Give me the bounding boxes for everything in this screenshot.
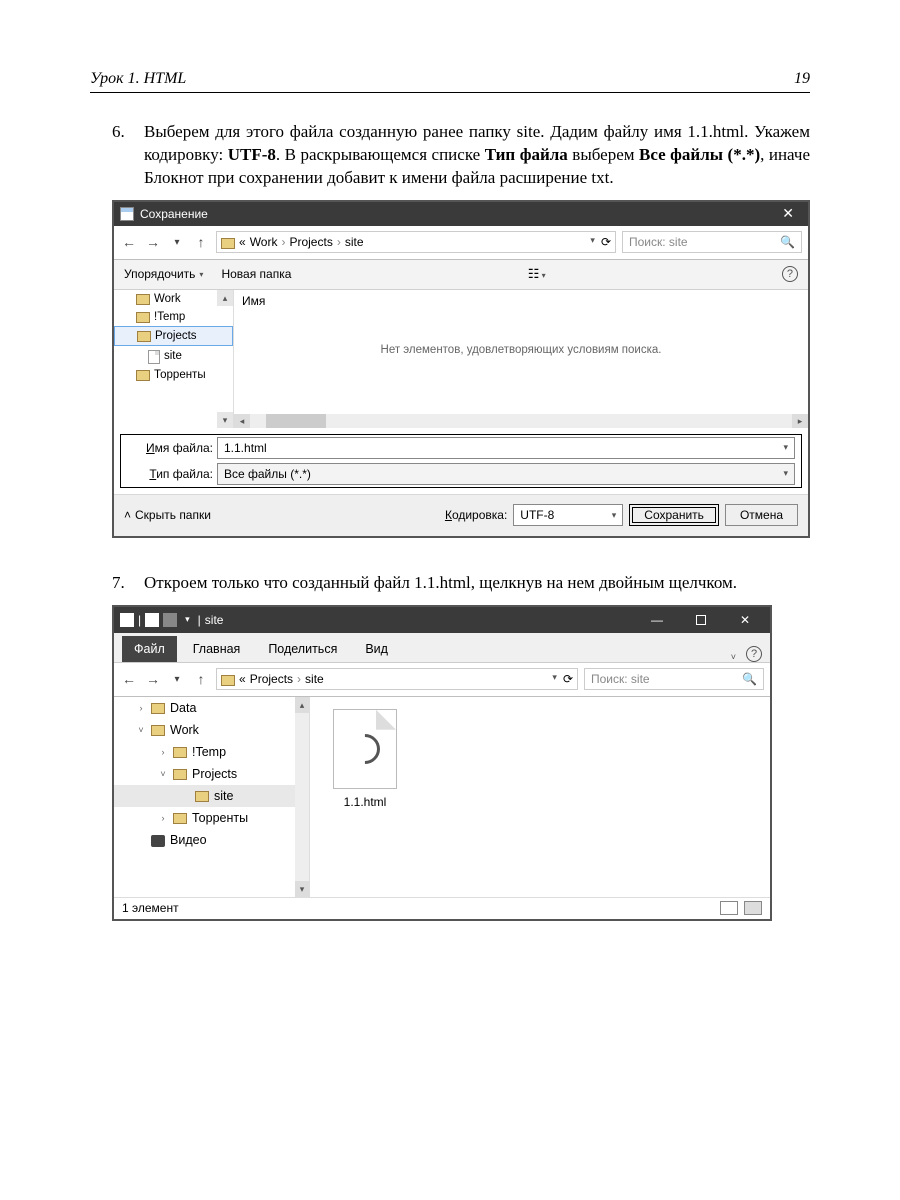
details-view-icon[interactable]: [720, 901, 738, 915]
tab-file[interactable]: Файл: [122, 636, 177, 662]
save-form: Имя файла: 1.1.html▾ Тип файла: Все файл…: [120, 434, 802, 488]
history-dropdown-icon[interactable]: ▾: [168, 237, 186, 248]
qat-props-icon[interactable]: [145, 613, 159, 627]
tree-item-torrents: ›Торренты: [114, 807, 309, 829]
breadcrumb[interactable]: « Work› Projects› site ▾⟳: [216, 231, 616, 253]
search-input[interactable]: Поиск: site 🔍: [584, 668, 764, 690]
qat-newfolder-icon[interactable]: [163, 613, 177, 627]
save-dialog-titlebar[interactable]: Сохранение ✕: [114, 202, 808, 226]
encoding-select[interactable]: UTF-8▾: [513, 504, 623, 526]
help-icon[interactable]: ?: [746, 646, 762, 662]
ribbon-expand-icon[interactable]: ˅: [731, 652, 736, 662]
refresh-icon[interactable]: ⟳: [601, 235, 611, 249]
tree-item-work: ˅Work: [114, 719, 309, 741]
step-7-text: 7. Откроем только что созданный файл 1.1…: [112, 572, 810, 595]
chevron-down-icon[interactable]: ▾: [552, 672, 557, 686]
view-options-icon[interactable]: ☷ ▾: [528, 266, 546, 282]
qat-icon[interactable]: [120, 613, 134, 627]
tree-item-torrents: Торренты: [114, 366, 233, 384]
search-icon: 🔍: [780, 235, 795, 249]
maximize-icon[interactable]: [682, 607, 720, 633]
scroll-up-icon[interactable]: ▴: [217, 290, 233, 306]
file-list-pane: Имя Нет элементов, удовлетворяющих услов…: [234, 290, 808, 428]
horizontal-scrollbar[interactable]: ◂▸: [234, 414, 808, 428]
save-dialog: Сохранение ✕ ← → ▾ ↑ « Work› Projects› s…: [112, 200, 810, 538]
notepad-icon: [120, 207, 134, 221]
step-7-number: 7.: [112, 572, 138, 595]
filetype-select[interactable]: Все файлы (*.*)▾: [217, 463, 795, 485]
page-number: 19: [794, 70, 810, 88]
status-bar: 1 элемент: [114, 897, 770, 919]
running-title: Урок 1. HTML: [90, 70, 186, 88]
explorer-window: |▾| site — ✕ Файл Главная Поделиться Вид…: [112, 605, 772, 921]
new-folder-button[interactable]: Новая папка: [221, 267, 291, 281]
search-icon: 🔍: [742, 672, 757, 686]
explorer-title: site: [205, 613, 224, 627]
step-6-text: 6. Выберем для этого файла созданную ран…: [112, 121, 810, 190]
organize-menu[interactable]: Упорядочить▾: [124, 267, 203, 281]
close-icon[interactable]: ✕: [774, 205, 802, 222]
forward-icon[interactable]: →: [144, 671, 162, 687]
save-dialog-title: Сохранение: [140, 207, 208, 221]
encoding-label: Кодировка:: [445, 508, 507, 522]
explorer-address-bar: ← → ▾ ↑ « Projects› site ▾⟳ Поиск: site …: [114, 663, 770, 697]
folder-icon: [221, 238, 235, 249]
save-button[interactable]: Сохранить: [629, 504, 719, 526]
explorer-tree[interactable]: ›Data ˅Work ›!Temp ˅Projects site ›Торре…: [114, 697, 310, 897]
empty-message: Нет элементов, удовлетворяющих условиям …: [242, 344, 800, 356]
column-header-name[interactable]: Имя: [242, 294, 800, 316]
close-icon[interactable]: ✕: [726, 607, 764, 633]
chevron-up-icon: ˄: [124, 508, 131, 522]
filetype-label: Тип файла:: [121, 467, 217, 481]
tree-item-data: ›Data: [114, 697, 309, 719]
save-toolbar: Упорядочить▾ Новая папка ☷ ▾ ?: [114, 260, 808, 290]
tree-item-projects: ˅Projects: [114, 763, 309, 785]
tree-item-site: site: [114, 346, 233, 366]
up-icon[interactable]: ↑: [192, 234, 210, 250]
tree-item-site: site: [114, 785, 309, 807]
minimize-icon[interactable]: —: [638, 607, 676, 633]
tree-item-temp: !Temp: [114, 308, 233, 326]
fol: [221, 675, 235, 686]
chevron-down-icon[interactable]: ▾: [783, 468, 788, 479]
save-tree[interactable]: ▴ Work !Temp Projects site Торренты ▾: [114, 290, 234, 428]
hide-folders-toggle[interactable]: ˄Скрыть папки: [124, 508, 211, 522]
tree-item-temp: ›!Temp: [114, 741, 309, 763]
help-icon[interactable]: ?: [782, 266, 798, 282]
tree-item-projects: Projects: [114, 326, 233, 346]
back-icon[interactable]: ←: [120, 671, 138, 687]
icons-view-icon[interactable]: [744, 901, 762, 915]
step-6-number: 6.: [112, 121, 138, 190]
status-item-count: 1 элемент: [122, 901, 179, 915]
tab-share[interactable]: Поделиться: [256, 636, 349, 662]
filename-input[interactable]: 1.1.html▾: [217, 437, 795, 459]
tree-item-video: Видео: [114, 829, 309, 851]
filename-label: Имя файла:: [121, 441, 217, 455]
up-icon[interactable]: ↑: [192, 671, 210, 687]
forward-icon[interactable]: →: [144, 234, 162, 250]
back-icon[interactable]: ←: [120, 234, 138, 250]
refresh-icon[interactable]: ⟳: [563, 672, 573, 686]
breadcrumb[interactable]: « Projects› site ▾⟳: [216, 668, 578, 690]
tab-view[interactable]: Вид: [353, 636, 400, 662]
chevron-down-icon[interactable]: ▾: [783, 442, 788, 453]
ribbon: Файл Главная Поделиться Вид ˅ ?: [114, 633, 770, 663]
edge-icon: [344, 728, 386, 770]
search-input[interactable]: Поиск: site 🔍: [622, 231, 802, 253]
history-dropdown-icon[interactable]: ▾: [168, 674, 186, 685]
cancel-button[interactable]: Отмена: [725, 504, 798, 526]
qat-dropdown-icon[interactable]: ▾: [185, 614, 190, 625]
address-bar: ← → ▾ ↑ « Work› Projects› site ▾⟳ Поиск:…: [114, 226, 808, 260]
vertical-scrollbar[interactable]: ▴▾: [295, 697, 309, 897]
chevron-down-icon[interactable]: ▾: [590, 235, 595, 249]
file-thumbnail: [333, 709, 397, 789]
scroll-down-icon[interactable]: ▾: [217, 412, 233, 428]
tab-home[interactable]: Главная: [181, 636, 253, 662]
tree-item-work: Work: [114, 290, 233, 308]
file-name-label: 1.1.html: [322, 795, 408, 809]
file-item[interactable]: 1.1.html: [322, 709, 408, 885]
explorer-titlebar[interactable]: |▾| site — ✕: [114, 607, 770, 633]
video-icon: [151, 835, 165, 847]
file-content-pane[interactable]: 1.1.html: [310, 697, 770, 897]
